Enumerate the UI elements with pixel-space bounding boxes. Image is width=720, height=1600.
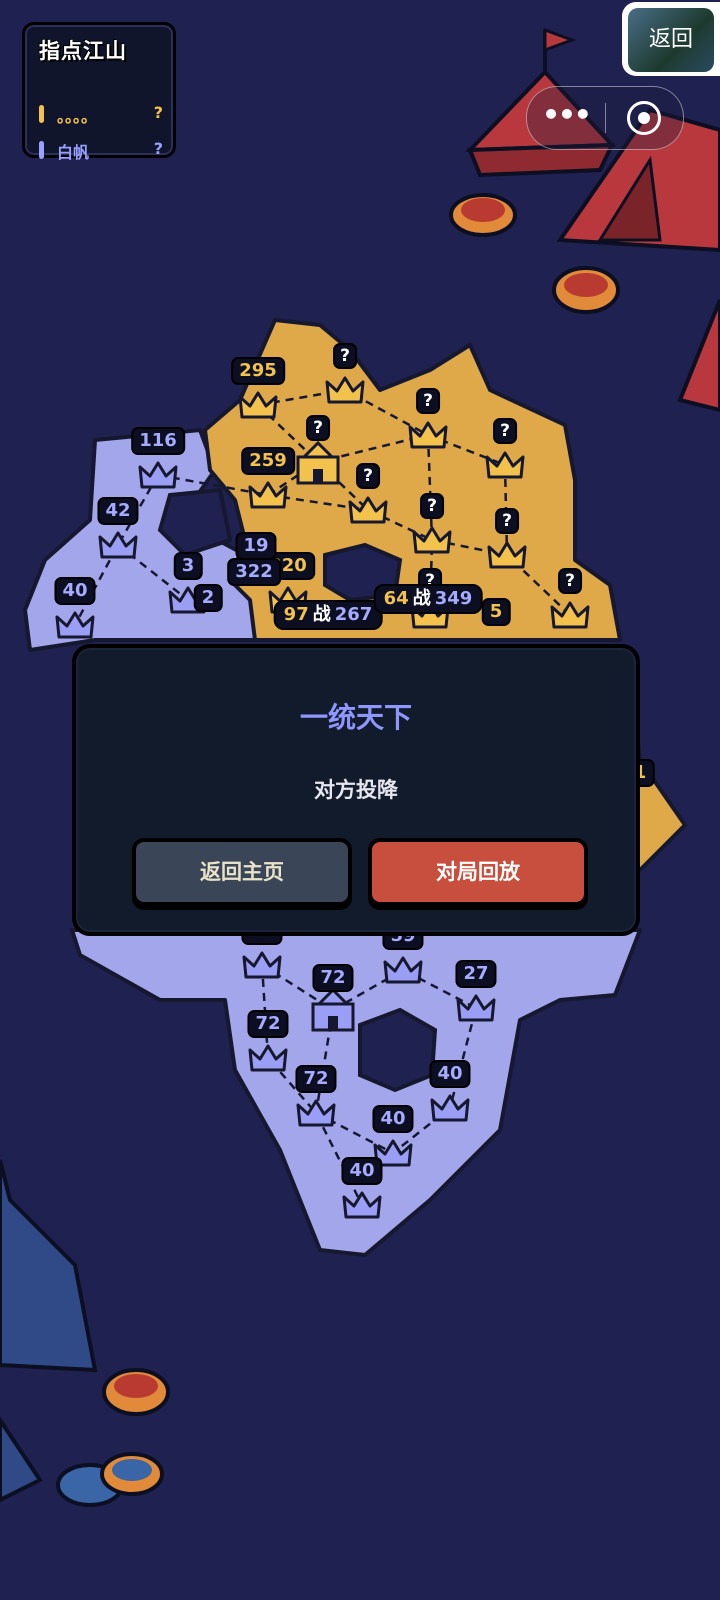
map-hole bbox=[358, 1007, 438, 1093]
battle-word: 战 bbox=[312, 604, 331, 625]
unknown-troop-badge: ? bbox=[416, 388, 440, 414]
troop-count-badge: 40 bbox=[341, 1157, 383, 1185]
player-score: ? bbox=[153, 103, 163, 122]
battle-indicator: 97 战 267 bbox=[273, 600, 383, 630]
player-score: ? bbox=[153, 139, 163, 158]
troop-count-badge: 19 bbox=[235, 532, 277, 560]
troop-count-badge: 2 bbox=[193, 584, 223, 612]
unknown-troop-badge: ? bbox=[420, 493, 444, 519]
troop-count-badge: 40 bbox=[372, 1105, 414, 1133]
unknown-troop-badge: ? bbox=[306, 415, 330, 441]
mini-program-capsule: ••• bbox=[526, 86, 684, 150]
battle-indicator: 64 战 349 bbox=[373, 584, 483, 614]
return-home-button[interactable]: 返回主页 bbox=[132, 838, 352, 906]
unknown-troop-badge: ? bbox=[333, 343, 357, 369]
target-circle-icon[interactable] bbox=[627, 101, 661, 135]
troop-count-badge: 72 bbox=[312, 964, 354, 992]
unknown-troop-badge: ? bbox=[495, 508, 519, 534]
back-button-label: 返回 bbox=[628, 8, 714, 72]
unknown-troop-badge: ? bbox=[493, 418, 517, 444]
battle-left-count: 97 bbox=[283, 604, 309, 625]
troop-count-badge: 259 bbox=[241, 447, 295, 475]
battle-right-count: 349 bbox=[434, 588, 473, 609]
battle-right-count: 267 bbox=[334, 604, 373, 625]
tent-decoration-bottom bbox=[0, 1159, 98, 1503]
troop-count-badge: 72 bbox=[247, 1010, 289, 1038]
troop-count-badge: 116 bbox=[131, 427, 185, 455]
game-info-panel: 指点江山 。。。。 ? 白帆 ? bbox=[22, 22, 176, 162]
troop-count-badge: 5 bbox=[481, 598, 511, 626]
troop-count-badge: 27 bbox=[455, 960, 497, 988]
troop-count-badge: 322 bbox=[227, 558, 281, 586]
battle-word: 战 bbox=[412, 588, 431, 609]
game-over-dialog: 一统天下 对方投降 返回主页 对局回放 bbox=[72, 644, 640, 936]
unknown-troop-badge: ? bbox=[558, 568, 582, 594]
player-blue-row: 白帆 ? bbox=[39, 139, 163, 162]
player-name: 。。。。 bbox=[57, 107, 98, 126]
player-gold-row: 。。。。 ? bbox=[39, 103, 163, 126]
more-dots-icon[interactable]: ••• bbox=[527, 87, 605, 149]
dialog-title: 一统天下 bbox=[299, 701, 412, 734]
game-screen: 295???259?????320?1164234019322272597227… bbox=[0, 0, 720, 1600]
game-title: 指点江山 bbox=[39, 39, 127, 63]
unknown-troop-badge: ? bbox=[356, 463, 380, 489]
player-color-bar bbox=[39, 141, 44, 159]
troop-count-badge: 295 bbox=[231, 357, 285, 385]
player-name: 白帆 bbox=[57, 143, 90, 162]
back-button[interactable]: 返回 bbox=[622, 2, 720, 76]
troop-count-badge: 72 bbox=[295, 1065, 337, 1093]
battle-left-count: 64 bbox=[383, 588, 409, 609]
player-color-bar bbox=[39, 105, 44, 123]
troop-count-badge: 42 bbox=[97, 497, 139, 525]
troop-count-badge: 40 bbox=[54, 577, 96, 605]
troop-count-badge: 40 bbox=[429, 1060, 471, 1088]
replay-button[interactable]: 对局回放 bbox=[368, 838, 588, 906]
dialog-message: 对方投降 bbox=[314, 778, 398, 802]
capsule-divider bbox=[605, 103, 606, 133]
troop-count-badge: 3 bbox=[173, 552, 203, 580]
